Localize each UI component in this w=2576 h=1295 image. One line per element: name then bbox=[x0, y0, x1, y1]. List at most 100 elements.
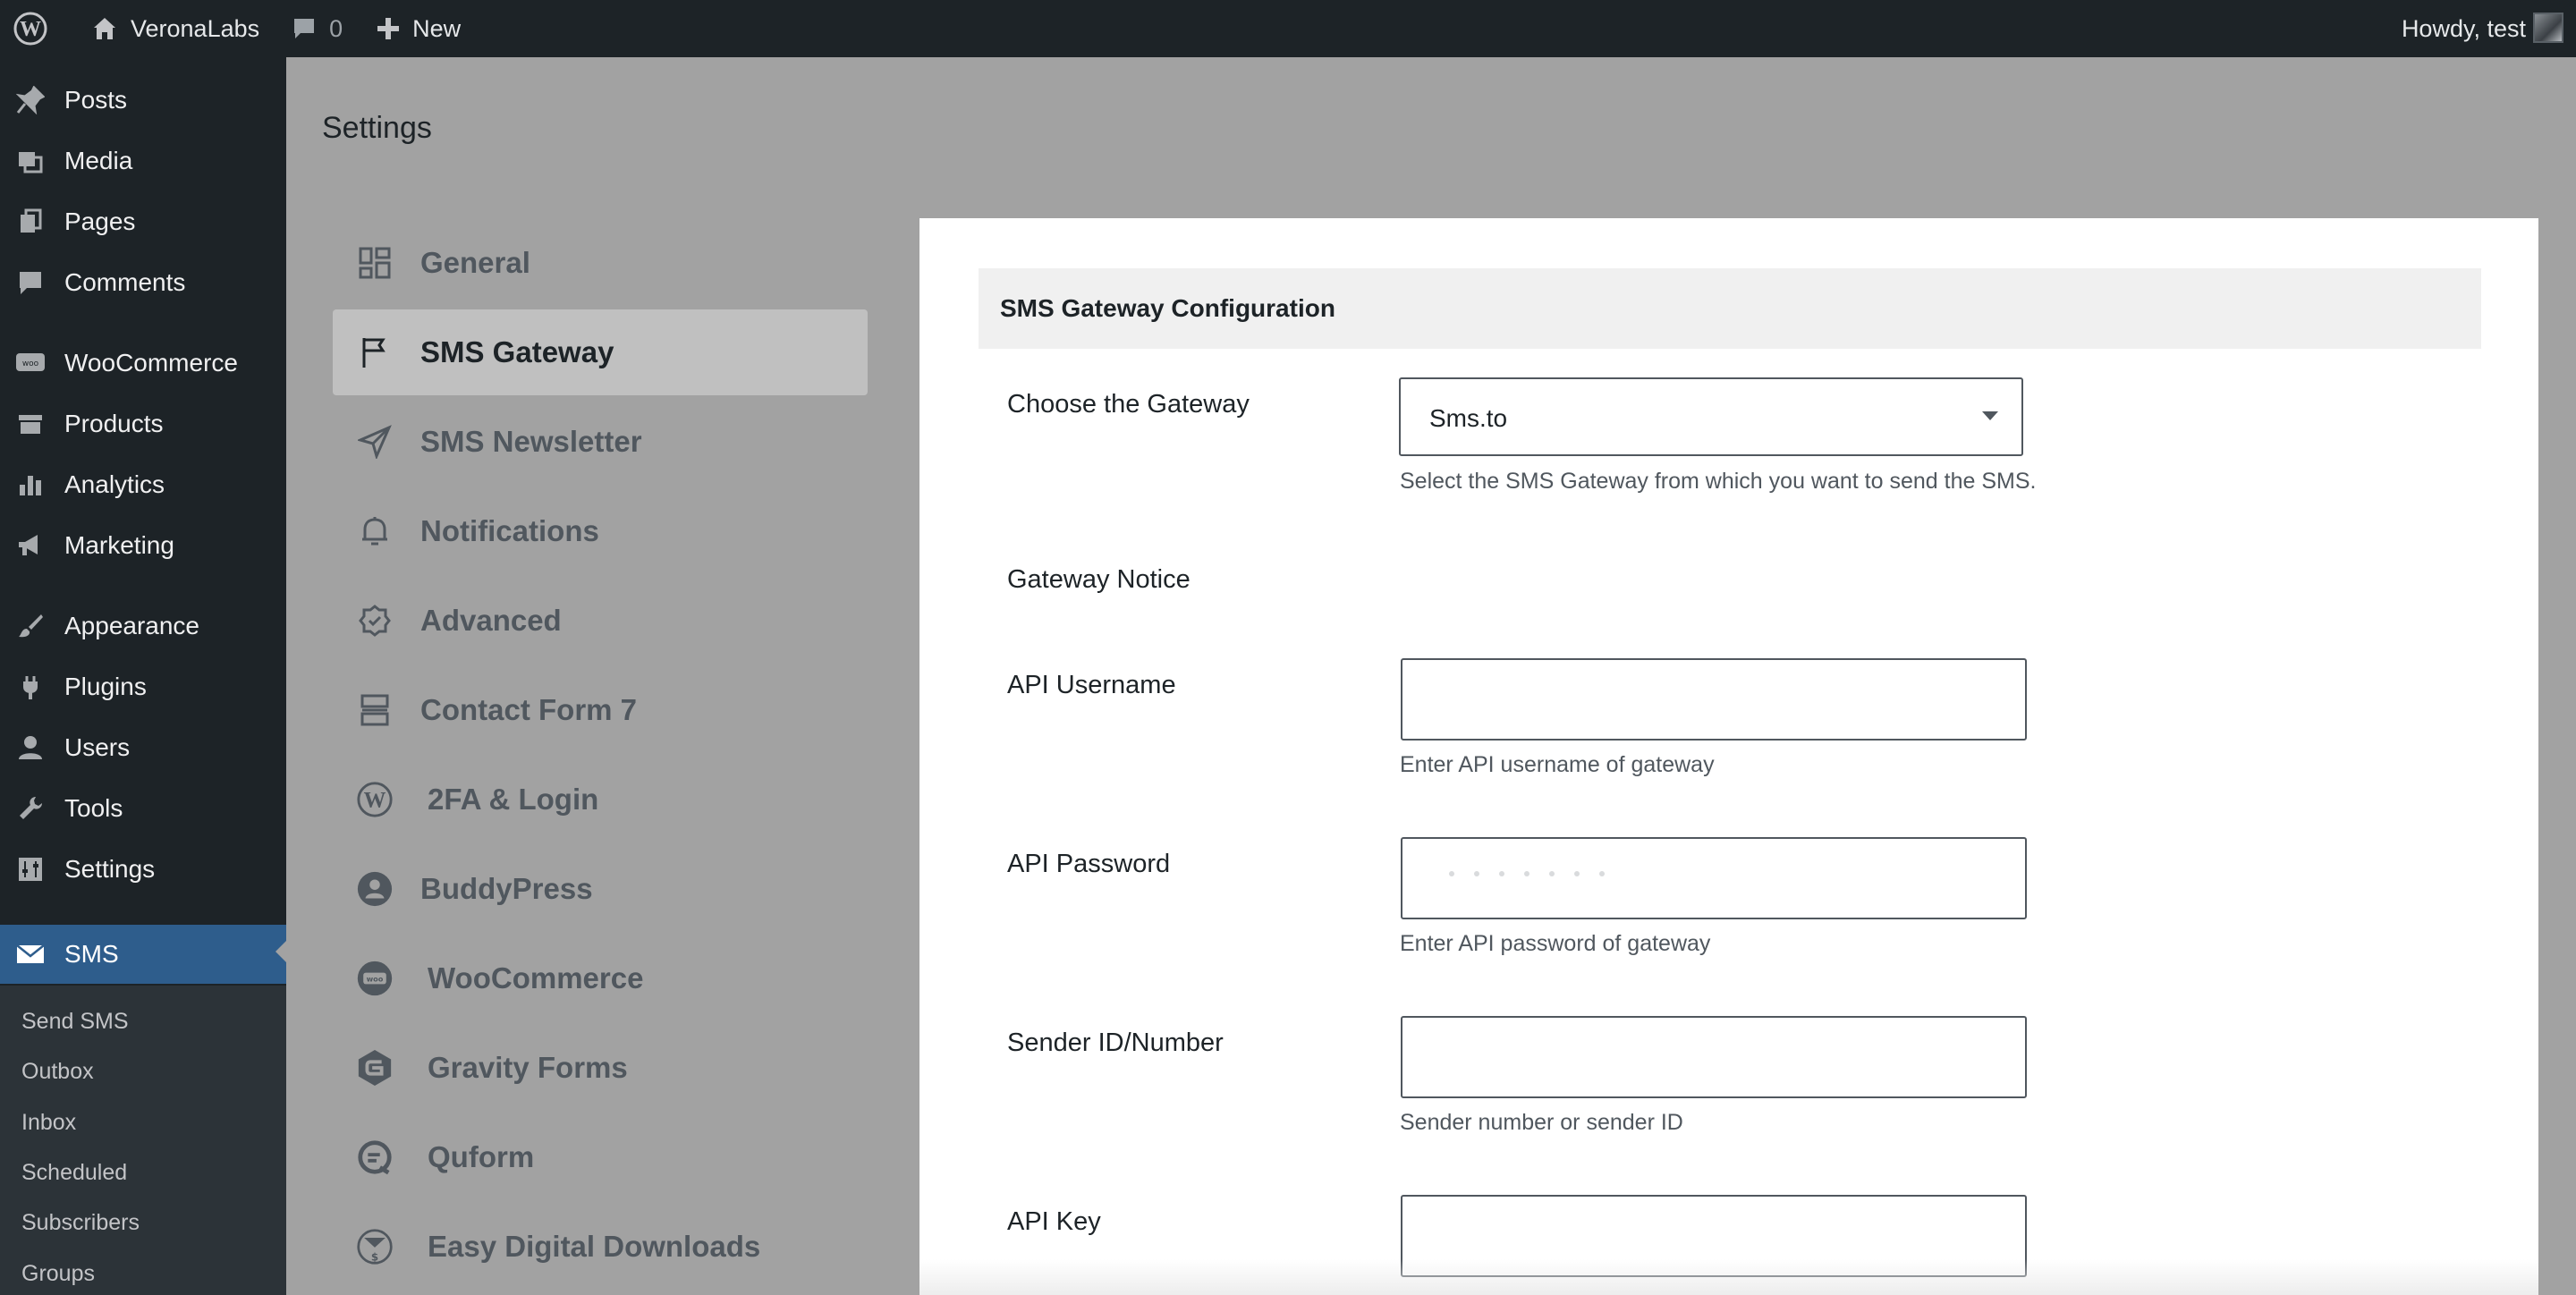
menu-label: Settings bbox=[64, 855, 156, 883]
comments-link[interactable]: 0 bbox=[292, 15, 343, 43]
page-title: Settings bbox=[322, 111, 432, 145]
api-username-help: Enter API username of gateway bbox=[1400, 752, 1715, 777]
sender-id-input[interactable] bbox=[1401, 1016, 2027, 1098]
comment-bubble-icon bbox=[294, 19, 315, 38]
submenu-item-subscribers[interactable]: Subscribers bbox=[21, 1210, 140, 1236]
home-icon bbox=[94, 18, 115, 39]
api-username-label: API Username bbox=[1007, 671, 1176, 699]
gateway-notice-label: Gateway Notice bbox=[1007, 565, 1191, 594]
tab-label: Contact Form 7 bbox=[420, 693, 638, 726]
section-header: SMS Gateway Configuration bbox=[979, 268, 2481, 349]
plus-icon bbox=[377, 18, 400, 39]
sender-id-label: Sender ID/Number bbox=[1007, 1028, 1224, 1057]
tab-label: Advanced bbox=[420, 604, 562, 637]
menu-item-tools[interactable]: Tools bbox=[0, 782, 286, 835]
site-name: VeronaLabs bbox=[131, 14, 260, 42]
tab-label: Notifications bbox=[420, 514, 599, 547]
gateway-select-value: Sms.to bbox=[1429, 404, 1508, 432]
site-home-link[interactable]: VeronaLabs bbox=[91, 15, 259, 43]
gateway-help: Select the SMS Gateway from which you wa… bbox=[1400, 469, 2037, 494]
submenu-item-groups[interactable]: Groups bbox=[21, 1261, 95, 1287]
tab-label: General bbox=[420, 246, 530, 279]
tab-buddypress[interactable]: BuddyPress bbox=[333, 846, 868, 932]
badge-check-icon bbox=[356, 602, 394, 639]
tab-general[interactable]: General bbox=[333, 220, 868, 306]
tab-woocommerce[interactable]: woo WooCommerce bbox=[333, 935, 868, 1021]
pin-icon bbox=[14, 84, 47, 116]
scroll-fade bbox=[919, 1259, 2538, 1295]
tab-label: WooCommerce bbox=[428, 961, 644, 995]
menu-item-pages[interactable]: Pages bbox=[0, 195, 286, 249]
bell-icon bbox=[356, 512, 394, 550]
tab-quform[interactable]: Quform bbox=[333, 1114, 868, 1200]
new-content-link[interactable]: New bbox=[377, 15, 461, 43]
menu-label: Appearance bbox=[64, 612, 200, 639]
tab-easy-digital-downloads[interactable]: $ Easy Digital Downloads bbox=[333, 1204, 868, 1290]
menu-item-plugins[interactable]: Plugins bbox=[0, 660, 286, 714]
submenu-item-send-sms[interactable]: Send SMS bbox=[21, 1009, 129, 1035]
menu-item-products[interactable]: Products bbox=[0, 397, 286, 451]
menu-item-users[interactable]: Users bbox=[0, 721, 286, 774]
pages-icon bbox=[14, 206, 47, 238]
menu-item-woocommerce[interactable]: woo WooCommerce bbox=[0, 336, 286, 390]
flag-icon bbox=[356, 334, 394, 371]
section-title: SMS Gateway Configuration bbox=[1000, 294, 1335, 322]
tab-label: Easy Digital Downloads bbox=[428, 1230, 761, 1263]
svg-text:W: W bbox=[364, 789, 386, 813]
api-password-input[interactable] bbox=[1401, 837, 2027, 919]
quform-icon bbox=[356, 1138, 394, 1176]
edd-icon: $ bbox=[356, 1228, 394, 1265]
menu-item-appearance[interactable]: Appearance bbox=[0, 599, 286, 653]
tab-notifications[interactable]: Notifications bbox=[333, 488, 868, 574]
api-username-input[interactable] bbox=[1401, 658, 2027, 741]
menu-item-sms[interactable]: SMS bbox=[0, 925, 286, 984]
tab-2fa-login[interactable]: W 2FA & Login bbox=[333, 757, 868, 842]
menu-item-comments[interactable]: Comments bbox=[0, 256, 286, 309]
tab-gravity-forms[interactable]: Gravity Forms bbox=[333, 1025, 868, 1111]
archive-icon bbox=[14, 408, 47, 440]
menu-item-settings[interactable]: Settings bbox=[0, 842, 286, 896]
tab-sms-gateway[interactable]: SMS Gateway bbox=[333, 309, 868, 395]
menu-item-media[interactable]: Media bbox=[0, 134, 286, 188]
sliders-icon bbox=[14, 853, 47, 885]
sender-id-help: Sender number or sender ID bbox=[1400, 1110, 1683, 1135]
menu-item-marketing[interactable]: Marketing bbox=[0, 519, 286, 572]
api-key-label: API Key bbox=[1007, 1207, 1101, 1236]
submenu-item-scheduled[interactable]: Scheduled bbox=[21, 1160, 127, 1186]
menu-label: Marketing bbox=[64, 531, 174, 559]
menu-label: Products bbox=[64, 410, 164, 437]
gravity-forms-icon bbox=[356, 1049, 394, 1087]
admin-menu: Posts Media Pages Comments woo WooCommer… bbox=[0, 57, 286, 1295]
submenu-item-outbox[interactable]: Outbox bbox=[21, 1059, 94, 1085]
form-layout-icon bbox=[356, 691, 394, 729]
svg-text:$: $ bbox=[371, 1251, 378, 1264]
svg-text:woo: woo bbox=[22, 360, 39, 368]
buddypress-icon bbox=[356, 870, 394, 908]
plug-icon bbox=[14, 671, 47, 703]
howdy-text: Howdy, test bbox=[2401, 14, 2526, 42]
settings-panel: SMS Gateway Configuration Choose the Gat… bbox=[919, 218, 2538, 1295]
woo-icon: woo bbox=[356, 960, 394, 997]
menu-label: Comments bbox=[64, 268, 186, 296]
brush-icon bbox=[14, 610, 47, 642]
bar-chart-icon bbox=[14, 469, 47, 501]
gateway-select[interactable]: Sms.to bbox=[1399, 377, 2023, 456]
avatar[interactable] bbox=[2533, 13, 2563, 43]
account-menu[interactable]: Howdy, test bbox=[2402, 0, 2526, 57]
woo-icon: woo bbox=[14, 347, 47, 379]
svg-text:woo: woo bbox=[367, 975, 384, 984]
submenu-item-inbox[interactable]: Inbox bbox=[21, 1110, 76, 1136]
menu-label: Plugins bbox=[64, 673, 147, 700]
menu-item-analytics[interactable]: Analytics bbox=[0, 458, 286, 512]
menu-item-posts[interactable]: Posts bbox=[0, 73, 286, 127]
tab-sms-newsletter[interactable]: SMS Newsletter bbox=[333, 399, 868, 485]
password-mask bbox=[1449, 871, 1605, 876]
gateway-label: Choose the Gateway bbox=[1007, 390, 1250, 419]
wordpress-logo-icon[interactable]: W bbox=[13, 11, 48, 47]
tab-advanced[interactable]: Advanced bbox=[333, 578, 868, 664]
tab-label: Gravity Forms bbox=[428, 1051, 628, 1084]
tab-contact-form-7[interactable]: Contact Form 7 bbox=[333, 667, 868, 753]
tab-label: Quform bbox=[428, 1140, 535, 1173]
api-password-help: Enter API password of gateway bbox=[1400, 931, 1711, 956]
api-password-label: API Password bbox=[1007, 850, 1171, 878]
